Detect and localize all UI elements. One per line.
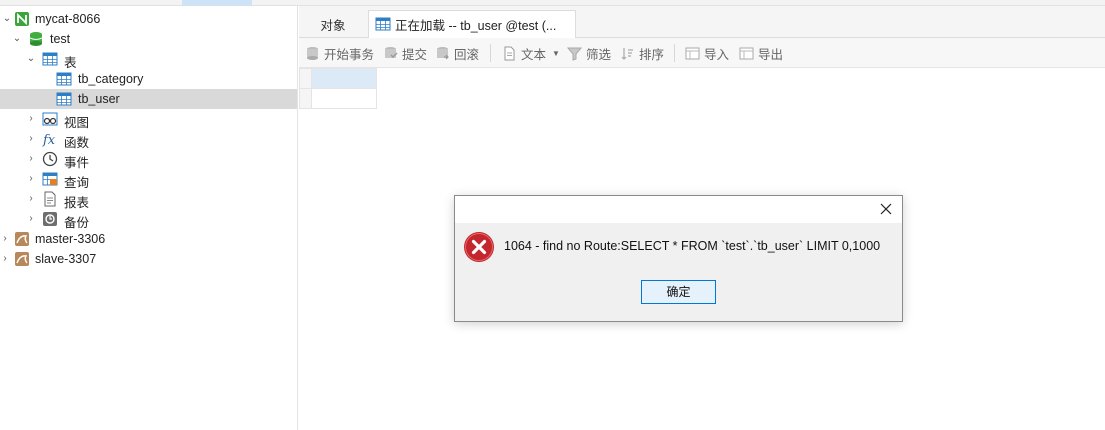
transaction-icon	[307, 46, 318, 60]
tree-label: tb_category	[78, 72, 144, 86]
tree-node-views[interactable]: › 视图	[0, 109, 297, 130]
tree-label: test	[50, 32, 71, 46]
import-button[interactable]: 导入	[685, 44, 729, 62]
button-label: 排序	[639, 47, 665, 62]
export-button[interactable]: 导出	[739, 44, 783, 62]
button-label: 提交	[402, 47, 428, 62]
grid-cell-selected[interactable]	[311, 68, 377, 89]
view-icon	[42, 112, 58, 126]
tab-bar: 对象 正在加载 -- tb_user @test (...	[299, 6, 1105, 38]
tree-node-events[interactable]: › 事件	[0, 149, 297, 170]
chevron-down-icon[interactable]: ⌄	[26, 54, 36, 64]
button-label: 筛选	[586, 47, 612, 62]
begin-transaction-button[interactable]: 开始事务	[305, 44, 374, 62]
tab-label: 正在加载 -- tb_user @test (...	[395, 19, 557, 33]
button-label: 开始事务	[324, 47, 375, 62]
sort-icon	[621, 47, 633, 60]
commit-icon	[385, 46, 398, 58]
tree-node-table-tb-user[interactable]: tb_user	[0, 89, 297, 109]
tree-node-connection-mycat[interactable]: ⌄ mycat-8066	[0, 9, 297, 29]
button-label: 导出	[758, 47, 784, 62]
mysql-connection-icon	[15, 232, 29, 246]
query-icon	[42, 172, 58, 186]
tree-node-functions[interactable]: › fx 函数	[0, 129, 297, 150]
import-icon	[685, 47, 700, 59]
export-icon	[739, 47, 754, 59]
dialog-titlebar	[455, 196, 902, 223]
table-icon	[56, 92, 72, 106]
button-label: 导入	[704, 47, 730, 62]
table-icon	[375, 17, 391, 31]
rollback-icon	[437, 46, 449, 59]
commit-button[interactable]: 提交	[383, 44, 427, 62]
error-dialog: 1064 - find no Route:SELECT * FROM `test…	[454, 195, 903, 322]
chevron-right-icon[interactable]: ›	[0, 254, 10, 264]
chevron-right-icon[interactable]: ›	[26, 154, 36, 164]
tree-label: slave-3307	[35, 252, 97, 266]
tree-node-table-tb-category[interactable]: tb_category	[0, 69, 297, 89]
chevron-right-icon[interactable]: ›	[26, 174, 36, 184]
clock-icon	[42, 151, 58, 167]
tree-node-connection-master[interactable]: › master-3306	[0, 229, 297, 249]
chevron-right-icon[interactable]: ›	[26, 114, 36, 124]
grid-cell[interactable]	[311, 88, 377, 109]
button-label: 文本	[521, 47, 547, 62]
sort-button[interactable]: 排序	[620, 44, 664, 62]
tree-node-tables[interactable]: ⌄ 表	[0, 49, 297, 70]
chevron-right-icon[interactable]: ›	[26, 214, 36, 224]
tree-node-reports[interactable]: › 报表	[0, 189, 297, 210]
text-button[interactable]: 文本 ▼	[502, 44, 560, 62]
close-icon[interactable]	[878, 201, 894, 217]
toolbar-separator	[490, 44, 491, 62]
button-label: 回滚	[454, 47, 480, 62]
tree-label: mycat-8066	[35, 12, 101, 26]
function-icon: fx	[42, 133, 56, 147]
report-icon	[44, 191, 56, 207]
tree-node-connection-slave[interactable]: › slave-3307	[0, 249, 297, 269]
dropdown-caret-icon[interactable]: ▼	[552, 49, 560, 58]
tree-label: tb_user	[78, 92, 120, 106]
dialog-body: 1064 - find no Route:SELECT * FROM `test…	[455, 223, 902, 321]
table-icon	[56, 72, 72, 86]
svg-text:fx: fx	[42, 133, 56, 147]
chevron-down-icon[interactable]: ⌄	[12, 34, 22, 44]
filter-button[interactable]: 筛选	[567, 44, 611, 62]
mysql-connection-icon	[15, 252, 29, 266]
filter-icon	[567, 47, 582, 61]
tree-node-backups[interactable]: › 备份	[0, 209, 297, 230]
backup-icon	[43, 212, 57, 226]
rollback-button[interactable]: 回滚	[435, 44, 479, 62]
chevron-down-icon[interactable]: ⌄	[2, 14, 12, 24]
tab-objects[interactable]: 对象	[299, 10, 367, 38]
connection-tree: ⌄ mycat-8066 ⌄ test ⌄ 表 tb_category tb_u…	[0, 6, 298, 430]
text-icon	[504, 46, 515, 60]
error-icon	[464, 232, 494, 262]
tree-label: master-3306	[35, 232, 106, 246]
chevron-right-icon[interactable]: ›	[26, 194, 36, 204]
ok-button[interactable]: 确定	[641, 280, 716, 304]
tree-node-queries[interactable]: › 查询	[0, 169, 297, 190]
chevron-right-icon[interactable]: ›	[26, 134, 36, 144]
table-toolbar: 开始事务 提交 回滚 文本 ▼ 筛选 排序 导入 导出	[299, 38, 1105, 68]
tab-tb-user[interactable]: 正在加载 -- tb_user @test (...	[368, 10, 576, 38]
database-icon	[29, 32, 43, 46]
tab-label: 对象	[320, 18, 346, 33]
tree-node-database-test[interactable]: ⌄ test	[0, 29, 297, 49]
toolbar-separator	[674, 44, 675, 62]
error-message: 1064 - find no Route:SELECT * FROM `test…	[504, 239, 881, 253]
table-icon	[42, 52, 58, 66]
chevron-right-icon[interactable]: ›	[0, 234, 10, 244]
connection-icon	[15, 12, 29, 26]
